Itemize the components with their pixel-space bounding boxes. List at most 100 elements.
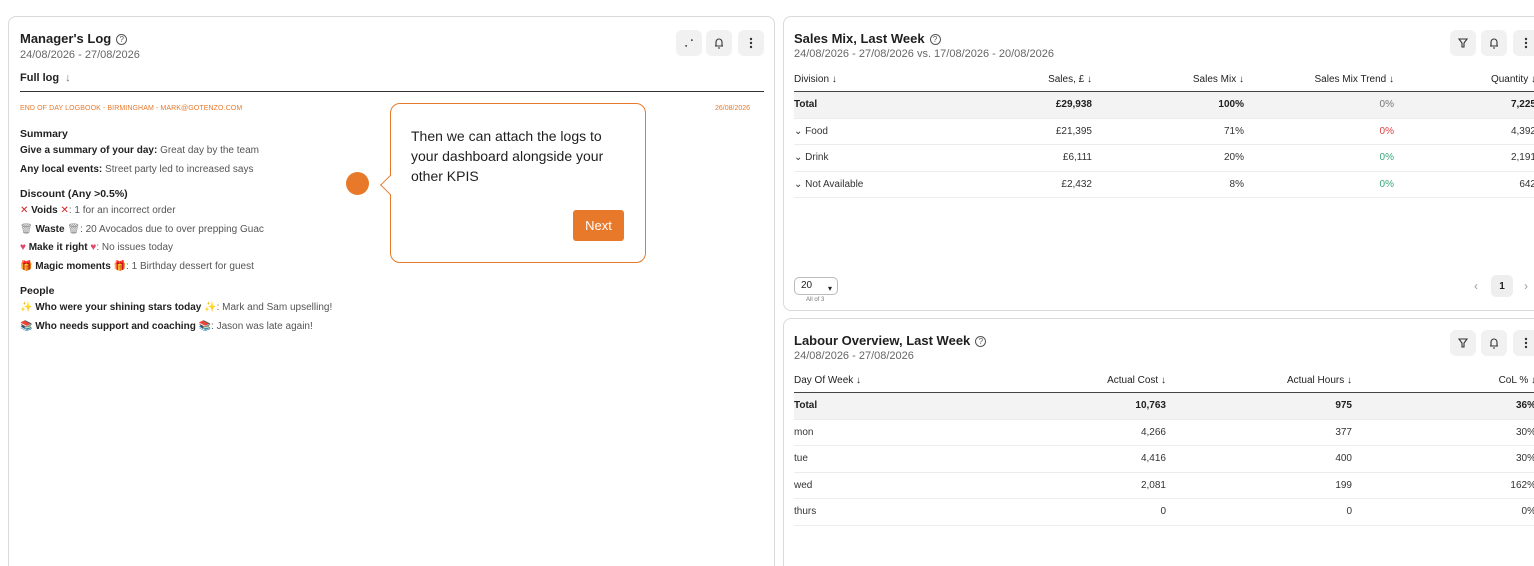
section-heading-people: People	[20, 285, 55, 297]
labour-table: Day Of Week ↓ Actual Cost ↓ Actual Hours…	[794, 369, 1534, 526]
bell-icon	[1490, 338, 1498, 349]
cell-quantity: 7,225	[1510, 99, 1534, 110]
filter-button[interactable]	[1450, 330, 1476, 356]
cell-actual-hours: 975	[1335, 400, 1352, 411]
tooltip-next-button[interactable]: Next	[573, 210, 624, 241]
sales-mix-title: Sales Mix, Last Week?	[794, 31, 941, 46]
filter-button[interactable]	[1450, 30, 1476, 56]
tour-hotspot-dot[interactable]	[346, 172, 369, 195]
cell-day: wed	[794, 479, 813, 491]
cell-actual-cost: 4,416	[1140, 453, 1166, 464]
cross-icon: ✕	[60, 205, 69, 216]
cell-actual-cost: 0	[1160, 506, 1166, 517]
sparkle-icon: ✨	[20, 302, 33, 313]
books-icon: 📚	[198, 320, 212, 332]
more-options-button[interactable]	[738, 30, 764, 56]
books-icon: 📚	[20, 320, 33, 332]
column-header-quantity[interactable]: Quantity ↓	[1491, 68, 1534, 92]
cell-quantity: 4,392	[1510, 125, 1534, 137]
cell-sales: £2,432	[1061, 178, 1092, 190]
kebab-menu-icon	[1524, 37, 1528, 49]
log-line: ♥ Make it right ♥: No issues today	[20, 239, 332, 258]
expand-button[interactable]	[676, 30, 702, 56]
cell-sales: £6,111	[1062, 152, 1092, 163]
help-icon[interactable]: ?	[975, 336, 987, 347]
previous-page-button[interactable]: ‹	[1474, 279, 1478, 293]
cell-division: ⌄ Not Available	[794, 178, 864, 190]
managers-log-date-range: 24/08/2026 - 27/08/2026	[20, 49, 140, 61]
bell-icon	[1490, 38, 1498, 49]
table-row: mon 4,266 377 30%	[794, 420, 1534, 446]
alert-button[interactable]	[1481, 330, 1507, 356]
labour-title: Labour Overview, Last Week?	[794, 333, 987, 348]
more-options-button[interactable]	[1513, 330, 1534, 356]
sales-mix-date-range: 24/08/2026 - 27/08/2026 vs. 17/08/2026 -…	[794, 48, 1054, 60]
alert-button[interactable]	[706, 30, 732, 56]
cell-sales-mix: 8%	[1229, 178, 1244, 190]
table-header: Division ↓ Sales, £ ↓ Sales Mix ↓ Sales …	[794, 68, 1534, 92]
sort-arrow-icon: ↓	[65, 72, 71, 84]
cell-sales-mix-trend: 0%	[1379, 152, 1394, 163]
column-header-sales[interactable]: Sales, £ ↓	[1048, 68, 1092, 92]
cell-actual-hours: 377	[1335, 426, 1352, 438]
log-filter-dropdown[interactable]: Full log ↓	[20, 72, 71, 84]
filter-icon	[1457, 338, 1469, 348]
table-header: Day Of Week ↓ Actual Cost ↓ Actual Hours…	[794, 369, 1534, 393]
table-row: tue 4,416 400 30%	[794, 446, 1534, 473]
tour-tooltip: Then we can attach the logs to your dash…	[380, 103, 646, 263]
managers-log-title: Manager's Log?	[20, 31, 128, 46]
cell-sales-mix: 71%	[1223, 125, 1244, 137]
log-entry-body: Summary Give a summary of your day: Grea…	[20, 127, 332, 336]
help-icon[interactable]: ?	[929, 34, 941, 45]
cell-division: ⌄ Food	[794, 125, 828, 137]
column-header-day-of-week[interactable]: Day Of Week ↓	[794, 369, 861, 393]
column-header-sales-mix[interactable]: Sales Mix ↓	[1193, 68, 1244, 92]
cell-sales-mix-trend: 0%	[1379, 99, 1394, 110]
table-row: Total 10,763 975 36%	[794, 393, 1534, 420]
sparkle-icon: ✨	[204, 302, 217, 313]
table-body: Total 10,763 975 36% mon 4,266 377 30% tue 4,416 4…	[794, 393, 1534, 526]
column-header-actual-hours[interactable]: Actual Hours ↓	[1287, 369, 1352, 393]
cell-quantity: 642	[1519, 178, 1534, 190]
gift-icon: 🎁	[20, 260, 33, 272]
table-row[interactable]: ⌄ Food £21,395 71% 0% 4,392	[794, 119, 1534, 145]
tooltip-text: Then we can attach the logs to your dash…	[411, 128, 604, 184]
log-line: 📚 Who needs support and coaching 📚: Jaso…	[20, 318, 332, 337]
filter-icon	[1457, 38, 1469, 48]
log-line: 🎁 Magic moments 🎁: 1 Birthday dessert fo…	[20, 258, 332, 277]
bell-icon	[715, 38, 723, 49]
current-page-button[interactable]: 1	[1491, 275, 1513, 297]
cross-icon: ✕	[20, 205, 29, 216]
cell-day: thurs	[794, 506, 817, 517]
chevron-down-icon: ▾	[827, 284, 832, 293]
help-icon[interactable]: ?	[116, 34, 128, 45]
expand-icon	[685, 39, 693, 47]
page-size-select[interactable]: 20 ▾	[794, 277, 838, 295]
log-line: Give a summary of your day: Great day by…	[20, 145, 260, 156]
log-entry-date: 26/08/2026	[715, 105, 751, 112]
table-row[interactable]: ⌄ Drink £6,111 20% 0% 2,191	[794, 145, 1534, 172]
section-heading-summary: Summary	[20, 128, 68, 140]
cell-sales-mix: 100%	[1218, 99, 1244, 110]
log-line: ✕ Voids ✕: 1 for an incorrect order	[20, 202, 332, 221]
cell-actual-hours: 400	[1335, 453, 1352, 464]
column-header-sales-mix-trend[interactable]: Sales Mix Trend ↓	[1315, 68, 1394, 92]
trash-icon: 🗑	[20, 223, 33, 235]
table-body: Total £29,938 100% 0% 7,225 ⌄ Food £21,395 71% 0…	[794, 92, 1534, 198]
cell-sales-mix: 20%	[1223, 152, 1244, 163]
cell-day: tue	[794, 453, 808, 464]
column-header-actual-cost[interactable]: Actual Cost ↓	[1107, 369, 1166, 393]
divider	[20, 91, 764, 92]
column-header-division[interactable]: Division ↓	[794, 68, 837, 92]
cell-quantity: 2,191	[1510, 152, 1534, 163]
next-page-button[interactable]: ›	[1524, 279, 1528, 293]
cell-actual-hours: 0	[1346, 506, 1352, 517]
column-header-col-percent[interactable]: CoL % ↓	[1499, 369, 1534, 393]
cell-division: ⌄ Drink	[794, 152, 829, 163]
gift-icon: 🎁	[113, 260, 127, 272]
alert-button[interactable]	[1481, 30, 1507, 56]
more-options-button[interactable]	[1513, 30, 1534, 56]
table-row: thurs 0 0 0%	[794, 499, 1534, 526]
cell-col-percent: 162%	[1510, 479, 1534, 491]
table-row[interactable]: ⌄ Not Available £2,432 8% 0% 642	[794, 172, 1534, 198]
